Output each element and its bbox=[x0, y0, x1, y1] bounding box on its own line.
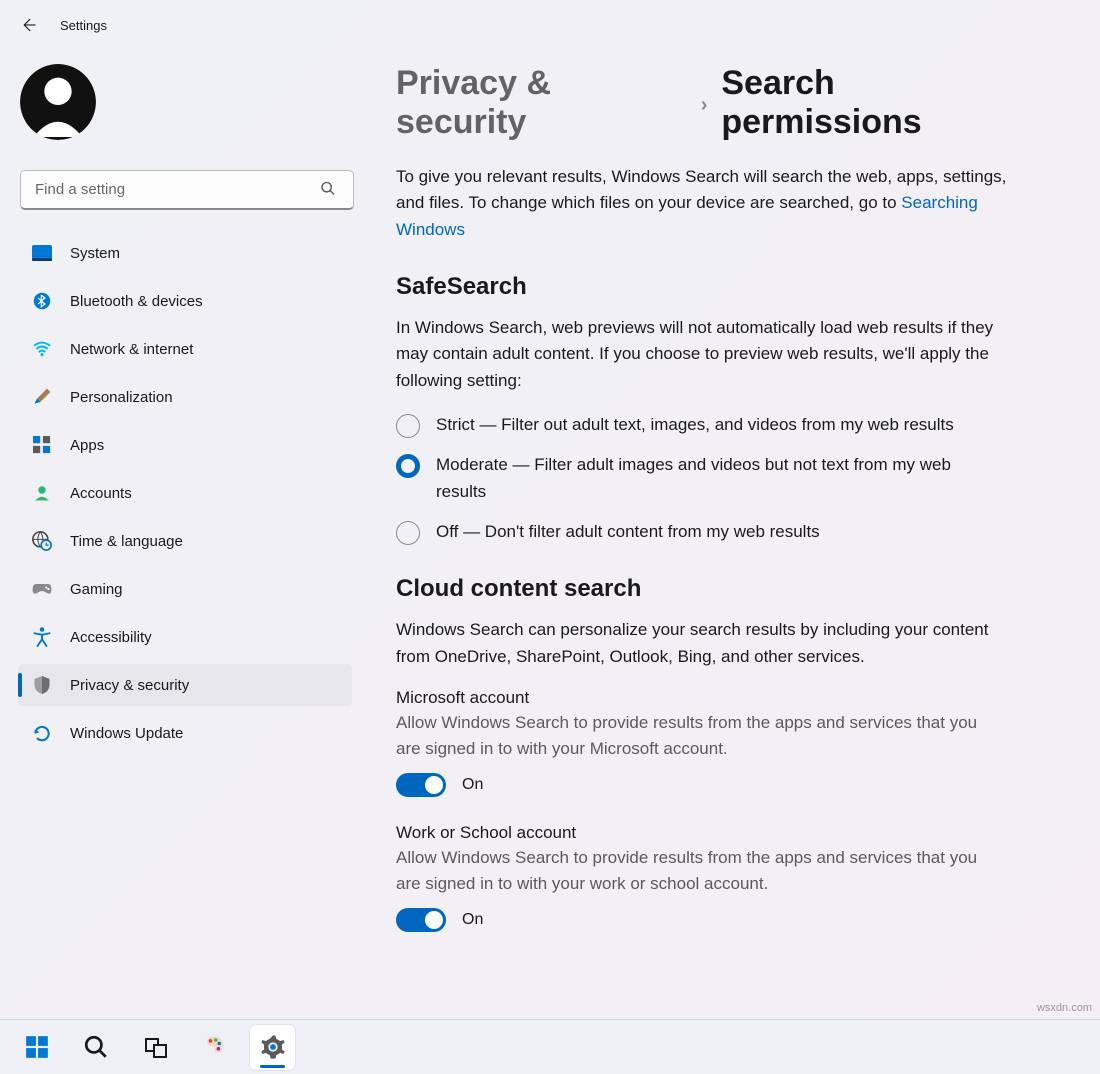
chevron-right-icon: › bbox=[701, 94, 708, 117]
work-account-title: Work or School account bbox=[396, 823, 1040, 843]
display-icon bbox=[32, 243, 52, 263]
safesearch-heading: SafeSearch bbox=[396, 273, 1040, 301]
taskbar bbox=[0, 1019, 1100, 1074]
radio-label: Strict — Filter out adult text, images, … bbox=[436, 412, 954, 438]
sidebar-item-label: Bluetooth & devices bbox=[70, 293, 203, 310]
sidebar-item-label: Apps bbox=[70, 437, 104, 454]
paintbrush-icon bbox=[32, 387, 52, 407]
radio-icon bbox=[396, 454, 420, 478]
sidebar-item-personalization[interactable]: Personalization bbox=[18, 376, 352, 418]
safesearch-desc: In Windows Search, web previews will not… bbox=[396, 315, 1016, 394]
settings-button[interactable] bbox=[250, 1025, 295, 1070]
ms-account-toggle-state: On bbox=[462, 776, 483, 794]
accessibility-icon bbox=[32, 627, 52, 647]
back-button[interactable] bbox=[18, 15, 38, 35]
wifi-icon bbox=[32, 339, 52, 359]
radio-label: Moderate — Filter adult images and video… bbox=[436, 452, 996, 505]
sidebar-item-system[interactable]: System bbox=[18, 232, 352, 274]
breadcrumb: Privacy & security › Search permissions bbox=[396, 64, 1040, 142]
paint-button[interactable] bbox=[191, 1025, 236, 1070]
work-account-toggle-state: On bbox=[462, 911, 483, 929]
sidebar-item-label: Accounts bbox=[70, 485, 132, 502]
sidebar-item-privacy[interactable]: Privacy & security bbox=[18, 664, 352, 706]
sidebar-item-accessibility[interactable]: Accessibility bbox=[18, 616, 352, 658]
radio-moderate[interactable]: Moderate — Filter adult images and video… bbox=[396, 452, 996, 505]
user-avatar[interactable] bbox=[20, 64, 96, 140]
ms-account-desc: Allow Windows Search to provide results … bbox=[396, 710, 986, 763]
safesearch-options: Strict — Filter out adult text, images, … bbox=[396, 412, 996, 545]
radio-icon bbox=[396, 521, 420, 545]
sidebar-item-label: Accessibility bbox=[70, 629, 152, 646]
start-button[interactable] bbox=[14, 1025, 59, 1070]
sidebar-item-label: Windows Update bbox=[70, 725, 183, 742]
bluetooth-icon bbox=[32, 291, 52, 311]
globe-clock-icon bbox=[32, 531, 52, 551]
work-account-toggle[interactable] bbox=[396, 908, 446, 932]
shield-icon bbox=[32, 675, 52, 695]
sidebar-item-bluetooth[interactable]: Bluetooth & devices bbox=[18, 280, 352, 322]
ms-account-toggle[interactable] bbox=[396, 773, 446, 797]
breadcrumb-parent[interactable]: Privacy & security bbox=[396, 64, 687, 142]
sidebar-item-label: Privacy & security bbox=[70, 677, 189, 694]
sidebar-item-apps[interactable]: Apps bbox=[18, 424, 352, 466]
main-content: Privacy & security › Search permissions … bbox=[360, 50, 1100, 1019]
gamepad-icon bbox=[32, 579, 52, 599]
sidebar-item-update[interactable]: Windows Update bbox=[18, 712, 352, 754]
gear-icon bbox=[259, 1033, 287, 1061]
work-account-desc: Allow Windows Search to provide results … bbox=[396, 845, 986, 898]
radio-off[interactable]: Off — Don't filter adult content from my… bbox=[396, 519, 996, 545]
taskbar-search-button[interactable] bbox=[73, 1025, 118, 1070]
sidebar-item-label: Network & internet bbox=[70, 341, 193, 358]
sidebar-item-label: Time & language bbox=[70, 533, 183, 550]
search-icon bbox=[83, 1034, 109, 1060]
radio-label: Off — Don't filter adult content from my… bbox=[436, 519, 820, 545]
sidebar-item-network[interactable]: Network & internet bbox=[18, 328, 352, 370]
sidebar-item-label: Gaming bbox=[70, 581, 123, 598]
breadcrumb-current: Search permissions bbox=[721, 64, 1040, 142]
apps-icon bbox=[32, 435, 52, 455]
task-view-button[interactable] bbox=[132, 1025, 177, 1070]
radio-icon bbox=[396, 414, 420, 438]
nav-list: System Bluetooth & devices Network & int… bbox=[18, 232, 352, 754]
radio-strict[interactable]: Strict — Filter out adult text, images, … bbox=[396, 412, 996, 438]
sidebar-item-time[interactable]: Time & language bbox=[18, 520, 352, 562]
update-icon bbox=[32, 723, 52, 743]
paint-icon bbox=[200, 1033, 228, 1061]
sidebar-item-label: System bbox=[70, 245, 120, 262]
windows-icon bbox=[24, 1034, 50, 1060]
sidebar: System Bluetooth & devices Network & int… bbox=[0, 50, 360, 1019]
sidebar-item-gaming[interactable]: Gaming bbox=[18, 568, 352, 610]
intro-text: To give you relevant results, Windows Se… bbox=[396, 164, 1016, 243]
task-view-icon bbox=[143, 1036, 167, 1058]
ms-account-title: Microsoft account bbox=[396, 688, 1040, 708]
sidebar-item-accounts[interactable]: Accounts bbox=[18, 472, 352, 514]
cloud-desc: Windows Search can personalize your sear… bbox=[396, 617, 1016, 670]
window-title: Settings bbox=[60, 18, 107, 33]
search-input[interactable] bbox=[20, 170, 354, 210]
sidebar-item-label: Personalization bbox=[70, 389, 173, 406]
cloud-heading: Cloud content search bbox=[396, 575, 1040, 603]
person-icon bbox=[32, 483, 52, 503]
avatar-icon bbox=[20, 64, 96, 140]
watermark: wsxdn.com bbox=[1037, 1002, 1092, 1014]
